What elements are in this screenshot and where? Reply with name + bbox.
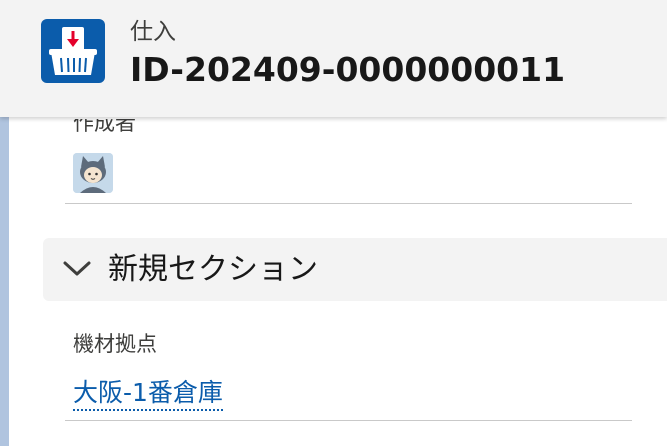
section-toggle[interactable]: 新規セクション	[43, 238, 667, 301]
location-field: 機材拠点 大阪-1番倉庫	[65, 331, 632, 421]
creator-field: 作成者	[65, 117, 632, 204]
purchase-basket-icon	[41, 19, 105, 83]
chevron-down-icon	[62, 260, 92, 282]
user-avatar-icon[interactable]	[73, 153, 113, 193]
record-header: 仕入 ID-202409-0000000011	[0, 0, 667, 117]
object-type-label: 仕入	[130, 19, 176, 45]
record-title: ID-202409-0000000011	[130, 50, 566, 89]
section-title: 新規セクション	[108, 252, 318, 287]
location-field-label: 機材拠点	[73, 332, 157, 356]
creator-field-label: 作成者	[73, 119, 136, 135]
location-link[interactable]: 大阪-1番倉庫	[73, 377, 223, 411]
